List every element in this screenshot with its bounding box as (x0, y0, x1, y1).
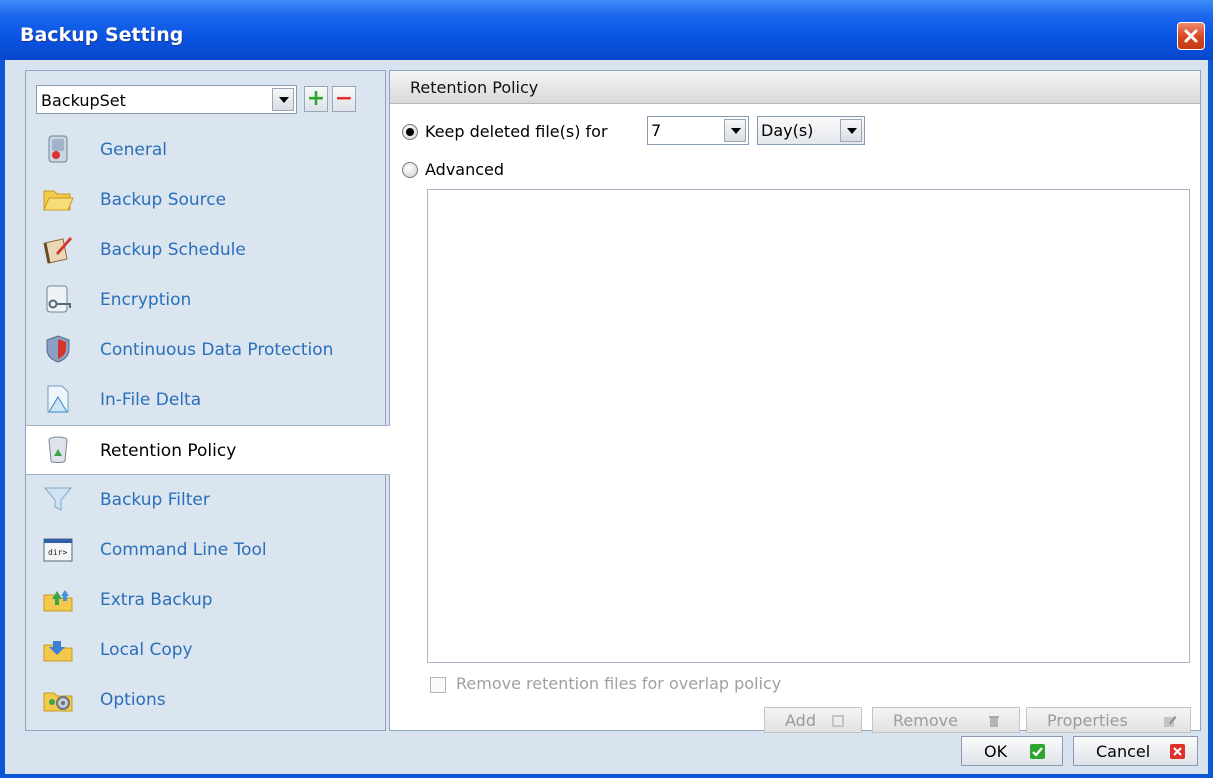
check-icon (1030, 744, 1045, 759)
sidebar-item-options[interactable]: Options (26, 675, 385, 725)
edit-icon (1164, 716, 1177, 727)
cancel-label: Cancel (1096, 742, 1151, 761)
title-bar: Backup Setting (0, 0, 1213, 60)
trash-icon (989, 716, 999, 727)
minus-icon: − (334, 86, 354, 111)
svg-text:dir>: dir> (48, 548, 67, 557)
cancel-x-icon (1170, 744, 1185, 759)
window-title: Backup Setting (20, 24, 184, 46)
advanced-policy-list[interactable] (427, 189, 1190, 663)
sidebar-item-extra-backup[interactable]: Extra Backup (26, 575, 385, 625)
sidebar-item-label: Retention Policy (100, 441, 237, 461)
add-backupset-button[interactable]: + (304, 86, 328, 112)
shield-icon (46, 335, 70, 363)
keep-unit-dropdown[interactable]: Day(s) (757, 116, 865, 145)
sidebar-item-local-copy[interactable]: Local Copy (26, 625, 385, 675)
properties-label: Properties (1047, 711, 1128, 730)
chevron-down-icon[interactable] (272, 88, 294, 111)
options-icon (43, 692, 73, 712)
local-copy-icon (43, 641, 73, 662)
sidebar-item-label: General (100, 140, 167, 160)
sidebar-item-backup-source[interactable]: Backup Source (26, 175, 385, 225)
chevron-down-icon[interactable] (840, 119, 862, 142)
settings-nav: General Backup Source Backup Schedule En… (26, 125, 390, 725)
sidebar-item-label: Backup Filter (100, 490, 210, 510)
sidebar-item-label: Encryption (100, 290, 192, 310)
keep-deleted-radio[interactable] (402, 124, 418, 140)
cancel-button[interactable]: Cancel (1073, 736, 1198, 766)
general-icon (48, 135, 68, 163)
chevron-down-icon[interactable] (724, 119, 746, 142)
sidebar-item-backup-schedule[interactable]: Backup Schedule (26, 225, 385, 275)
sidebar-item-cdp[interactable]: Continuous Data Protection (26, 325, 385, 375)
sidebar-item-command-line-tool[interactable]: dir> Command Line Tool (26, 525, 385, 575)
keep-days-combobox[interactable]: 7 (647, 116, 749, 145)
ok-label: OK (984, 742, 1008, 761)
sidebar-item-general[interactable]: General (26, 125, 385, 175)
keep-days-value: 7 (651, 121, 662, 140)
close-button[interactable] (1177, 22, 1205, 50)
sidebar-item-in-file-delta[interactable]: In-File Delta (26, 375, 385, 425)
panel-header: Retention Policy (390, 71, 1200, 104)
panel-title: Retention Policy (410, 78, 539, 97)
add-icon (832, 715, 844, 727)
properties-policy-button[interactable]: Properties (1026, 707, 1191, 733)
dialog-body: BackupSet + − General Backup Source Back… (5, 60, 1208, 774)
add-policy-button[interactable]: Add (764, 707, 862, 733)
delta-icon (47, 385, 69, 413)
remove-label: Remove (893, 711, 958, 730)
calendar-icon (43, 237, 72, 264)
sidebar-item-encryption[interactable]: Encryption (26, 275, 385, 325)
backupset-dropdown[interactable]: BackupSet (36, 85, 297, 114)
settings-sidebar: BackupSet + − General Backup Source Back… (25, 70, 390, 731)
sidebar-item-label: Options (100, 690, 166, 710)
key-icon (46, 285, 71, 313)
keep-deleted-label: Keep deleted file(s) for (425, 122, 608, 141)
recycle-bin-icon (48, 436, 68, 463)
sidebar-item-retention-policy[interactable]: Retention Policy (26, 425, 390, 475)
filter-icon (43, 487, 73, 511)
sidebar-item-backup-filter[interactable]: Backup Filter (26, 475, 385, 525)
sidebar-item-label: Continuous Data Protection (100, 340, 334, 360)
command-line-icon: dir> (43, 538, 73, 562)
sidebar-item-label: Backup Schedule (100, 240, 246, 260)
sidebar-item-label: In-File Delta (100, 390, 202, 410)
keep-unit-value: Day(s) (761, 121, 814, 140)
advanced-radio[interactable] (402, 162, 418, 178)
folder-icon (43, 190, 74, 211)
extra-backup-icon (43, 590, 73, 612)
ok-button[interactable]: OK (961, 736, 1063, 766)
sidebar-item-label: Command Line Tool (100, 540, 267, 560)
sidebar-item-label: Local Copy (100, 640, 193, 660)
backup-setting-window: Backup Setting BackupSet + − General Bac… (0, 0, 1213, 778)
backupset-selector: BackupSet + − (36, 85, 376, 115)
overlap-policy-label: Remove retention files for overlap polic… (456, 674, 782, 693)
sidebar-item-label: Extra Backup (100, 590, 213, 610)
add-label: Add (785, 711, 816, 730)
backupset-value: BackupSet (41, 91, 126, 110)
remove-backupset-button[interactable]: − (332, 86, 356, 112)
advanced-label: Advanced (425, 160, 505, 179)
plus-icon: + (306, 86, 326, 111)
overlap-policy-checkbox[interactable] (430, 677, 446, 693)
sidebar-item-label: Backup Source (100, 190, 227, 210)
retention-policy-panel: Retention Policy Keep deleted file(s) fo… (389, 70, 1201, 733)
remove-policy-button[interactable]: Remove (872, 707, 1020, 733)
close-icon (1184, 29, 1198, 43)
